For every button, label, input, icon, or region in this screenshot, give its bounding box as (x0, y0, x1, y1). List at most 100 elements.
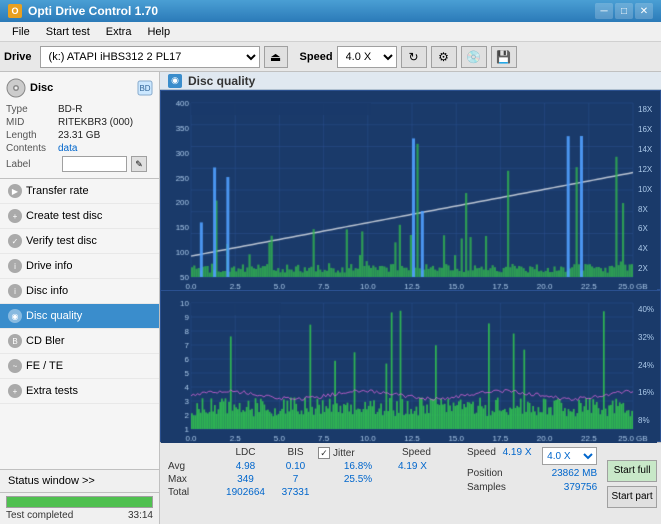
drive-toolbar: Drive (k:) ATAPI iHBS312 2 PL17 ⏏ Speed … (0, 42, 661, 72)
speed-row: Speed 4.19 X 4.0 X (467, 447, 597, 465)
save-button[interactable]: 💾 (491, 46, 517, 68)
speed-display-label: Speed (467, 447, 496, 465)
bottom-chart: BIS Jitter 40% 32% 24% 16% 8% (160, 290, 661, 442)
y-r-10x: 10X (636, 185, 660, 194)
sidebar-item-transfer-rate[interactable]: ▶ Transfer rate (0, 179, 159, 204)
title-bar-left: O Opti Drive Control 1.70 (8, 4, 158, 18)
label-key: Label (6, 159, 58, 170)
stats-panel: LDC BIS ✓ Jitter Speed Avg 4.98 0.10 16.… (160, 442, 661, 524)
y-r-8: 8% (636, 416, 660, 425)
refresh-button[interactable]: ↻ (401, 46, 427, 68)
top-chart-y-axis-right: 18X 16X 14X 12X 10X 8X 6X 4X 2X (636, 103, 660, 275)
jitter-checkbox[interactable]: ✓ (318, 447, 330, 459)
status-text-row: Test completed 33:14 (6, 510, 153, 521)
stats-total-row: Total 1902664 37331 (168, 487, 453, 498)
sidebar-item-cd-bler[interactable]: B CD Bler (0, 329, 159, 354)
start-part-button[interactable]: Start part (607, 486, 657, 508)
menu-extra[interactable]: Extra (98, 24, 140, 40)
disc-header: Disc BD (6, 78, 153, 98)
extra-tests-icon: + (8, 384, 22, 398)
y-r-18x: 18X (636, 105, 660, 114)
progress-area: Test completed 33:14 (0, 492, 159, 524)
y-r-14x: 14X (636, 145, 660, 154)
app-icon: O (8, 4, 22, 18)
avg-bis: 0.10 (273, 461, 318, 472)
samples-row: Samples 379756 (467, 482, 597, 493)
verify-label: Verify test disc (26, 235, 97, 247)
nav-menu: ▶ Transfer rate + Create test disc ✓ Ver… (0, 179, 159, 469)
fe-te-label: FE / TE (26, 360, 63, 372)
mid-key: MID (6, 117, 58, 128)
y-r-16x: 16X (636, 125, 660, 134)
sidebar-item-verify-test-disc[interactable]: ✓ Verify test disc (0, 229, 159, 254)
speed-label: Speed (300, 51, 333, 63)
speed-dropdown[interactable]: 4.0 X (542, 447, 597, 465)
jitter-col-header: Jitter (333, 448, 355, 459)
menu-help[interactable]: Help (139, 24, 178, 40)
disc-info-label: Disc info (26, 285, 68, 297)
total-ldc: 1902664 (218, 487, 273, 498)
menu-bar: File Start test Extra Help (0, 22, 661, 42)
sidebar-item-extra-tests[interactable]: + Extra tests (0, 379, 159, 404)
status-completed-text: Test completed (6, 510, 73, 521)
stats-buttons: Start full Start part (603, 443, 661, 524)
status-window-button[interactable]: Status window >> (0, 469, 159, 492)
jitter-checkbox-container: ✓ Jitter (318, 447, 398, 459)
extra-tests-label: Extra tests (26, 385, 78, 397)
menu-file[interactable]: File (4, 24, 38, 40)
stats-header: LDC BIS ✓ Jitter Speed (168, 447, 453, 459)
y-r-24: 24% (636, 361, 660, 370)
sidebar-item-fe-te[interactable]: ~ FE / TE (0, 354, 159, 379)
menu-start-test[interactable]: Start test (38, 24, 98, 40)
speed-select[interactable]: 4.0 X (337, 46, 397, 68)
disc-quality-title: Disc quality (188, 74, 255, 88)
disc-button[interactable]: 💿 (461, 46, 487, 68)
total-bis: 37331 (273, 487, 318, 498)
fe-te-icon: ~ (8, 359, 22, 373)
bottom-chart-y-axis-right: 40% 32% 24% 16% 8% (636, 303, 660, 427)
length-key: Length (6, 130, 58, 141)
minimize-button[interactable]: ─ (595, 3, 613, 19)
max-jitter: 25.5% (318, 474, 398, 485)
type-val: BD-R (58, 104, 82, 115)
charts-container: LDC Read speed Write speed 18X 16X 14X (160, 90, 661, 442)
bottom-chart-canvas (161, 291, 657, 443)
y-r-6x: 6X (636, 224, 660, 233)
disc-quality-header: ◉ Disc quality (160, 72, 661, 90)
settings-button[interactable]: ⚙ (431, 46, 457, 68)
sidebar-item-disc-info[interactable]: i Disc info (0, 279, 159, 304)
y-r-2x: 2X (636, 264, 660, 273)
max-bis: 7 (273, 474, 318, 485)
disc-quality-header-icon: ◉ (168, 74, 182, 88)
avg-label: Avg (168, 461, 218, 472)
maximize-button[interactable]: □ (615, 3, 633, 19)
top-chart: LDC Read speed Write speed 18X 16X 14X (160, 90, 661, 290)
stats-table: LDC BIS ✓ Jitter Speed Avg 4.98 0.10 16.… (160, 443, 461, 524)
eject-button[interactable]: ⏏ (264, 46, 288, 68)
sidebar-item-disc-quality[interactable]: ◉ Disc quality (0, 304, 159, 329)
position-row: Position 23862 MB (467, 468, 597, 479)
disc-quality-label: Disc quality (26, 310, 82, 322)
position-value: 23862 MB (552, 468, 598, 479)
drive-info-label: Drive info (26, 260, 72, 272)
transfer-rate-label: Transfer rate (26, 185, 89, 197)
stats-avg-row: Avg 4.98 0.10 16.8% 4.19 X (168, 461, 453, 472)
disc-info-panel: Disc BD Type BD-R MID RITEKBR3 (000) Len… (0, 72, 159, 179)
y-r-16: 16% (636, 388, 660, 397)
speed-col-header: Speed (402, 447, 452, 459)
sidebar: Disc BD Type BD-R MID RITEKBR3 (000) Len… (0, 72, 160, 524)
transfer-rate-icon: ▶ (8, 184, 22, 198)
disc-title: Disc (30, 82, 53, 94)
disc-props: Type BD-R MID RITEKBR3 (000) Length 23.3… (6, 104, 153, 172)
start-full-button[interactable]: Start full (607, 460, 657, 482)
label-input[interactable] (62, 156, 127, 172)
sidebar-item-create-test-disc[interactable]: + Create test disc (0, 204, 159, 229)
max-ldc: 349 (218, 474, 273, 485)
close-button[interactable]: ✕ (635, 3, 653, 19)
title-bar: O Opti Drive Control 1.70 ─ □ ✕ (0, 0, 661, 22)
svg-text:BD: BD (139, 84, 150, 93)
mid-val: RITEKBR3 (000) (58, 117, 133, 128)
label-edit-button[interactable]: ✎ (131, 156, 147, 172)
drive-select[interactable]: (k:) ATAPI iHBS312 2 PL17 (40, 46, 260, 68)
sidebar-item-drive-info[interactable]: i Drive info (0, 254, 159, 279)
